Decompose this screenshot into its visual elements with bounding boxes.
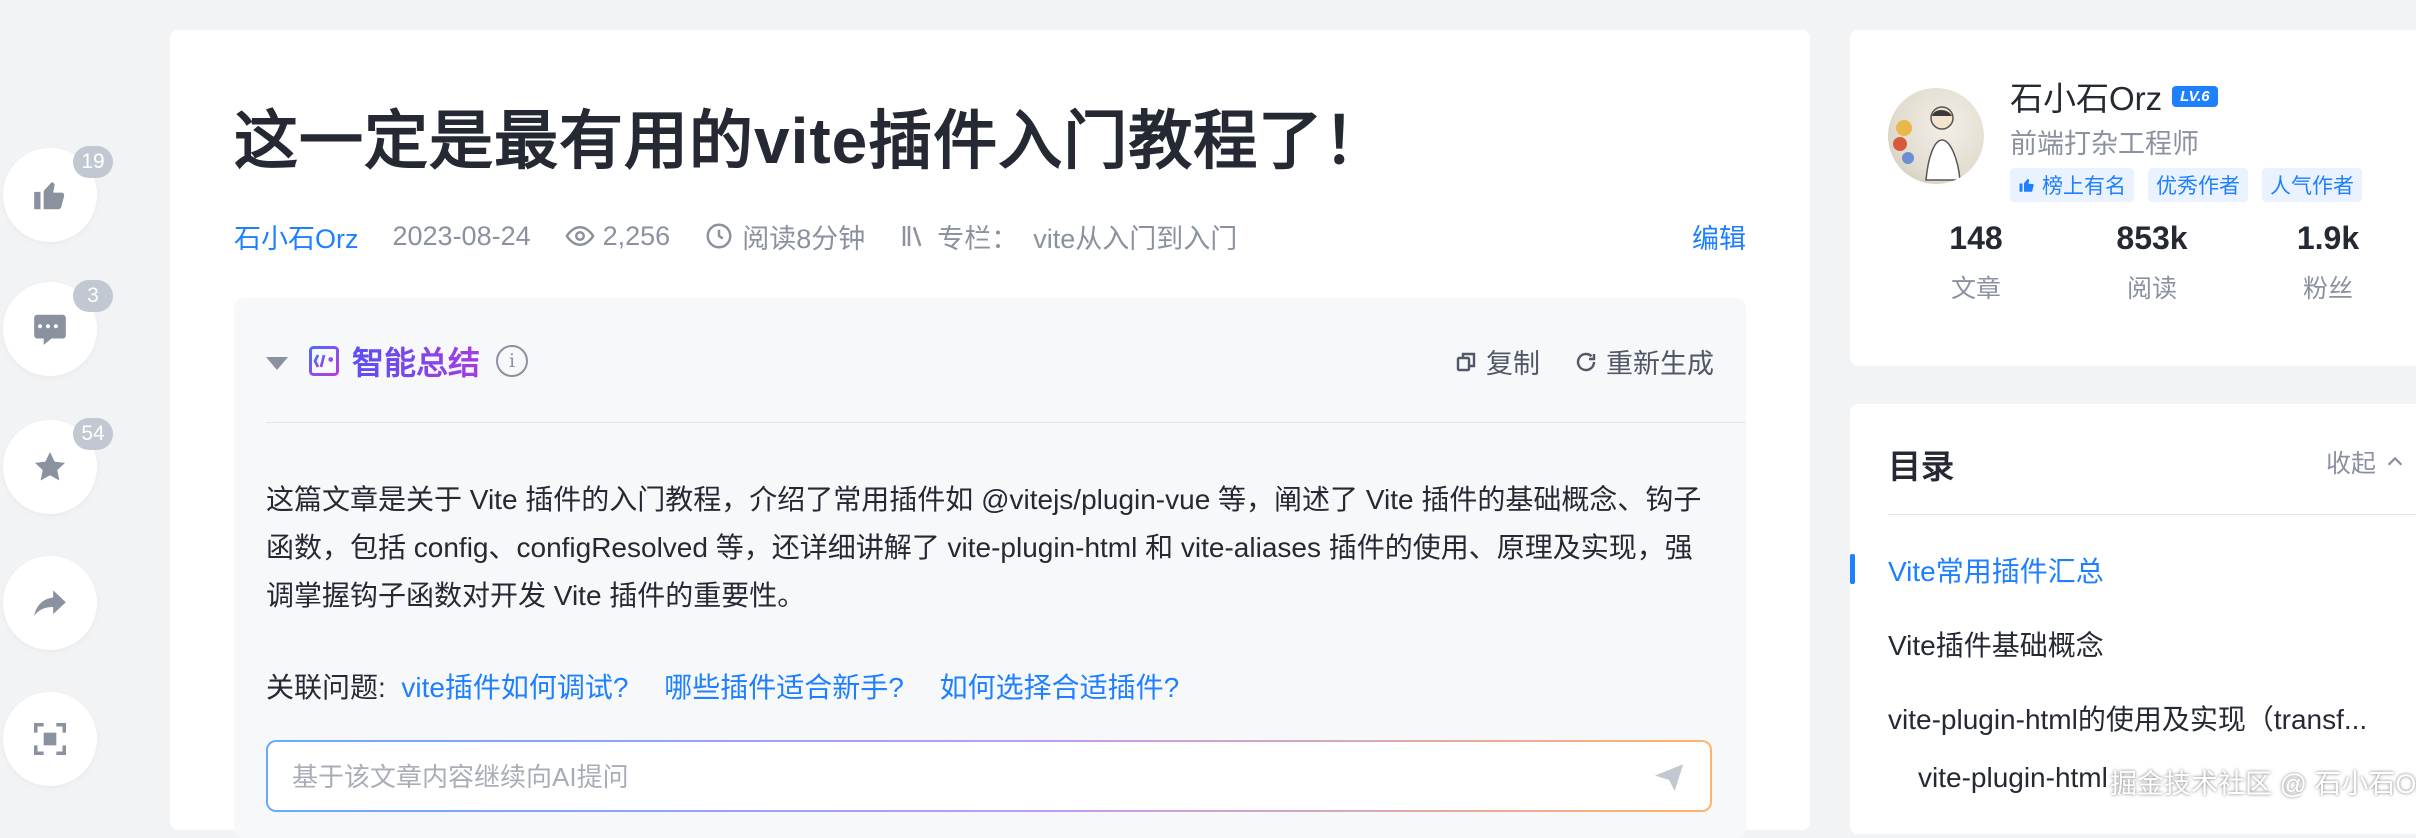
author-avatar[interactable] [1888, 88, 1984, 184]
stat-reads: 853k 阅读 [2116, 220, 2188, 303]
edit-button[interactable]: 编辑 [1692, 217, 1746, 256]
column-info[interactable]: 专栏： vite从入门到入门 [899, 217, 1237, 256]
copy-button[interactable]: 复制 [1454, 342, 1540, 381]
fullscreen-focus-icon [34, 723, 66, 755]
stat-articles[interactable]: 148 文章 [1888, 220, 2064, 305]
thumb-up-icon [34, 182, 65, 210]
read-time: 阅读8分钟 [704, 217, 865, 256]
star-icon [34, 451, 66, 481]
summary-actions: 复制 重新生成 [1420, 342, 1714, 381]
ai-summary-icon [309, 346, 339, 376]
summary-divider [266, 422, 1746, 423]
toc-item[interactable]: vite-plugin-html [1918, 762, 2108, 794]
refresh-icon [1576, 352, 1596, 371]
related-questions: 关联问题: vite插件如何调试? 哪些插件适合新手? 如何选择合适插件? [266, 666, 1207, 706]
author-tag[interactable]: 优秀作者 [2148, 168, 2248, 202]
collect-count-badge: 54 [73, 418, 113, 450]
summary-text: 这篇文章是关于 Vite 插件的入门教程，介绍了常用插件如 @vitejs/pl… [266, 484, 1702, 611]
chevron-up-icon [2387, 456, 2403, 466]
collect-button[interactable]: 54 [3, 418, 113, 514]
comment-count-badge: 3 [73, 280, 113, 312]
comment-button[interactable]: 3 [3, 280, 113, 376]
clock-icon [706, 223, 732, 249]
author-tag[interactable]: 榜上有名 [2010, 168, 2134, 202]
eye-icon [565, 225, 595, 247]
ai-summary-title: 智能总结 [352, 338, 480, 384]
related-question-link[interactable]: vite插件如何调试? [401, 672, 628, 703]
avatar-illustration [1893, 106, 1961, 181]
author-tag[interactable]: 人气作者 [2262, 168, 2362, 202]
regenerate-button[interactable]: 重新生成 [1574, 342, 1714, 381]
related-question-link[interactable]: 哪些插件适合新手? [664, 672, 904, 703]
author-name[interactable]: 石小石Orz LV.6 [2010, 72, 2218, 120]
stat-followers[interactable]: 1.9k 粉丝 [2240, 220, 2416, 305]
column-name[interactable]: vite从入门到入门 [1033, 217, 1237, 256]
toc-title: 目录 [1888, 448, 1954, 485]
article-meta: 石小石Orz 2023-08-24 2,256 阅读8分钟 专栏： vite从入… [234, 216, 1746, 256]
article-title: 这一定是最有用的vite插件入门教程了！ [234, 105, 1389, 177]
related-label: 关联问题: [266, 672, 386, 703]
toc-item[interactable]: vite-plugin-html的使用及实现（transf... [1888, 698, 2367, 738]
author-card: 石小石Orz LV.6 前端打杂工程师 榜上有名 优秀作者 人气作者 148 文… [1850, 30, 2416, 366]
ai-ask-box [266, 740, 1712, 812]
collapse-caret-icon[interactable] [266, 356, 288, 370]
related-question-link[interactable]: 如何选择合适插件? [940, 672, 1180, 703]
share-button[interactable] [3, 556, 97, 650]
author-link[interactable]: 石小石Orz [234, 217, 359, 256]
thumb-up-small-icon [2019, 179, 2034, 192]
ai-summary-panel: 智能总结 i 复制 重新生成 这篇文章是关于 Vite 插件的入门教程，介绍了常… [234, 298, 1746, 838]
author-stats: 148 文章 853k 阅读 1.9k 粉丝 [1850, 220, 2416, 305]
ai-question-input[interactable] [290, 742, 1594, 812]
watermark: 掘金技术社区 @ 石小石Orz [2110, 769, 2416, 799]
author-tags: 榜上有名 优秀作者 人气作者 [2010, 168, 2376, 202]
article-card: 这一定是最有用的vite插件入门教程了！ 石小石Orz 2023-08-24 2… [170, 30, 1810, 838]
share-arrow-icon [34, 590, 66, 616]
info-icon[interactable]: i [496, 345, 529, 377]
comment-icon [34, 314, 66, 345]
toc-active-indicator [1850, 554, 1855, 584]
level-badge: LV.6 [2172, 85, 2218, 107]
like-count-badge: 19 [73, 146, 113, 178]
like-button[interactable]: 19 [3, 146, 113, 242]
toc-item[interactable]: Vite常用插件汇总 [1888, 550, 2104, 590]
publish-date: 2023-08-24 [392, 220, 531, 251]
toc-item[interactable]: Vite插件基础概念 [1888, 624, 2104, 664]
toc-collapse-button[interactable]: 收起 [2326, 444, 2406, 480]
copy-icon [1456, 352, 1476, 371]
view-count: 2,256 [565, 221, 670, 252]
ai-summary-header: 智能总结 i [266, 338, 529, 384]
author-job-title: 前端打杂工程师 [2010, 129, 2199, 159]
focus-mode-button[interactable] [3, 692, 97, 786]
column-books-icon [902, 226, 922, 247]
send-icon[interactable] [1652, 760, 1686, 794]
toc-divider [1888, 514, 2416, 515]
